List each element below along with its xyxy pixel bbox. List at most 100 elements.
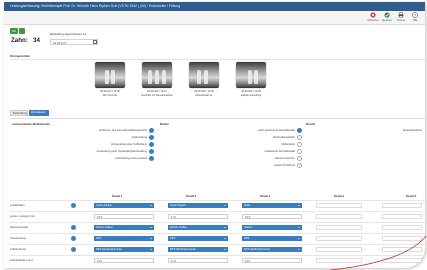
thumbnail-caption: Kontrolle mit Messaufnahme [141,94,173,97]
help-button[interactable]: ? Hilfe [408,12,422,24]
canal-value-input[interactable] [382,257,422,263]
thumbnail-caption: WF Kontrolle [102,94,118,97]
save-icon [384,12,390,18]
canal-value-input[interactable]: 19,5 [242,213,302,219]
canal-value-input[interactable] [316,235,362,241]
canal-select[interactable]: Höcker [242,224,302,230]
canal-value-input[interactable] [382,246,422,252]
unchecked-icon[interactable] [297,149,302,154]
cancel-button[interactable]: Abbrechen [366,12,380,24]
calendar-icon[interactable] [93,40,97,44]
canal-value-input[interactable] [316,257,362,263]
canal-value-input[interactable]: 17,0 [168,213,228,219]
unchecked-icon[interactable] [297,163,302,168]
risk-title: Risiko [160,122,170,126]
canal-value-input[interactable]: 17,0 [168,257,228,263]
help-icon: ? [412,12,418,18]
save-button[interactable]: Speichern [380,12,394,24]
completion-date-label: Behandlung abgeschlossen am: [50,33,87,36]
thumbnail-caption: apikale Aufhellung [240,94,262,97]
row-label: endom. Länge [mm] [10,214,35,218]
unchecked-icon[interactable] [297,135,302,140]
checked-icon[interactable] [149,128,154,133]
xray-thumbnail[interactable] [142,62,172,88]
canal-value-input[interactable] [316,224,362,230]
confirm-green-button[interactable] [19,28,25,34]
unchecked-icon[interactable] [297,142,302,147]
tab-behandlung[interactable]: Behandlung [10,110,28,116]
option-row[interactable]: offenes Foramen [210,156,302,161]
xray-thumbnail[interactable] [189,62,219,88]
canal-column-header: Kanal 5 [406,194,417,198]
canal-select[interactable]: Höcker bukkal [94,224,154,230]
add-entry-icon[interactable] [71,202,76,208]
checked-icon[interactable] [297,128,302,133]
xray-thumbnail[interactable] [95,62,125,88]
canal-value-input[interactable] [382,213,422,219]
canal-table-row: Referenzpunkt Höcker bukkal Höcker bukkal H… [10,222,425,232]
canal-value-input[interactable] [316,213,362,219]
canal-value-input[interactable] [382,202,422,208]
option-row[interactable]: Lokalisierte Wurzelkanäle [210,149,302,154]
canal-select[interactable]: RKS Handinstrumente [242,246,302,252]
canal-select[interactable]: RKS Handinstrumente [168,246,228,252]
completion-date-input[interactable]: 28.08.2017 [50,39,98,45]
option-row[interactable]: Verwendung einer Kofferdams [70,142,154,147]
print-button[interactable]: Drucken [394,12,408,24]
canal-table-row: Lokalisation mesio-bukkal mesio-lingual dis… [10,200,425,210]
canal-value-input[interactable] [382,235,422,241]
checked-icon[interactable] [149,149,154,154]
option-row[interactable]: Anwendung einer Spektralspülbehandlung [70,149,154,154]
checked-icon[interactable] [149,156,154,161]
option-row[interactable]: Beschwerdefrei [340,128,422,133]
canal-value-input[interactable] [382,224,422,230]
add-entry-icon[interactable] [71,246,76,252]
canal-value-input[interactable] [316,202,362,208]
tab-wurzelkanal[interactable]: Wurzelkanal [29,110,49,116]
add-entry-icon[interactable] [71,235,76,241]
cancel-label: Abbrechen [367,19,379,22]
unchecked-icon[interactable] [297,156,302,161]
images-divider [10,59,425,60]
save-label: Speichern [381,19,393,22]
canal-table-row: Aufbereitung RKS Handinstrumente RKS Handi… [10,244,425,254]
cancel-icon [370,12,376,18]
row-label: Referenzpunkt [10,225,29,229]
checked-icon[interactable] [149,135,154,140]
canal-select[interactable]: RKS Handinstrumente [94,246,154,252]
row-label: Arbeitslänge [mm] [10,258,33,262]
canal-column-header: Kanal 1 [112,194,123,198]
checked-icon[interactable] [149,142,154,147]
canal-select[interactable]: RPS [94,235,154,241]
canal-value-input[interactable]: 19,0 [94,257,154,263]
canal-select[interactable]: Höcker bukkal [168,224,228,230]
option-row[interactable]: Obliteration [210,142,302,147]
option-row[interactable]: Aufbereitung [70,135,154,140]
canal-select[interactable]: RPS [168,235,228,241]
option-row[interactable]: weitere Probleme [210,163,302,168]
canal-value-input[interactable] [316,246,362,252]
row-label: Aufbereitung [10,247,26,251]
row-label: Lokalisation [10,203,25,207]
add-entry-icon[interactable] [71,224,76,230]
tooth-label: Zahn: [11,37,28,44]
option-row[interactable]: stark gekrümmte Wurzelkanäle [210,128,302,133]
ok-button[interactable]: OK [10,28,18,34]
canal-column-header: Kanal 3 [260,194,271,198]
option-row[interactable]: Perforationsgefahr [210,135,302,140]
preparation-title: vorbereitende Maßnahmen [12,122,51,126]
canal-select[interactable]: mesio-lingual [168,202,228,208]
xray-thumbnail[interactable] [236,62,266,88]
thumbnail-date: 08.08.2017 10:48 [194,90,214,93]
canal-select[interactable]: RPS [242,235,302,241]
toolbar: Abbrechen Speichern Drucken ? Hilfe [4,11,425,25]
option-row[interactable]: Anwendung eines Laseres [70,156,154,161]
canal-select[interactable]: mesio-bukkal [94,202,154,208]
option-row[interactable]: Entfernen des koronalen Blutkoagulums [70,128,154,133]
help-label: Hilfe [412,19,418,22]
canal-table-row: Arbeitslänge [mm] 19,0 17,0 19,5 [10,255,425,265]
root-canal-panel: vorbereitende Maßnahmen Entfernen des ko… [10,118,425,189]
canal-value-input[interactable]: 19,5 [242,257,302,263]
canal-value-input[interactable]: 19,0 [94,213,154,219]
canal-select[interactable]: distal [242,202,302,208]
